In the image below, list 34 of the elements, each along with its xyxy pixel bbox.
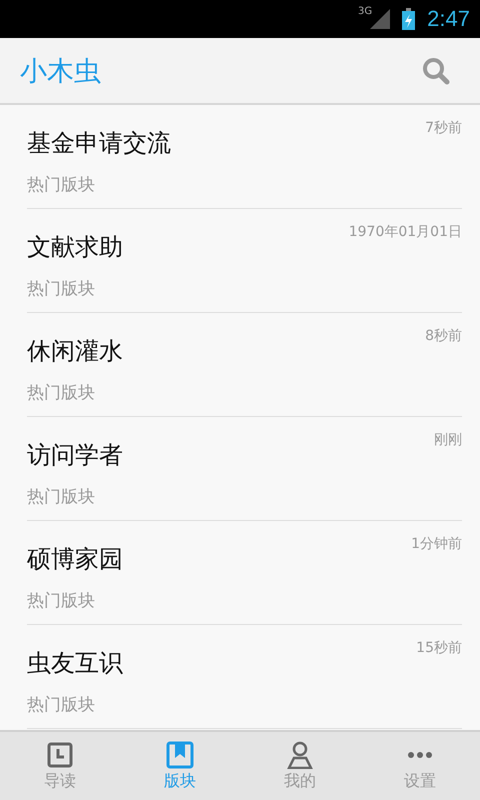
forum-item[interactable]: 休闲灌水 8秒前 热门版块 <box>27 313 462 417</box>
forum-item[interactable]: 文献求助 1970年01月01日 热门版块 <box>27 209 462 313</box>
bookmark-icon <box>166 740 194 768</box>
update-time: 8秒前 <box>425 327 462 345</box>
person-icon <box>286 740 314 768</box>
forum-title: 基金申请交流 <box>27 128 171 159</box>
forum-title: 文献求助 <box>27 232 123 263</box>
forum-title: 访问学者 <box>27 440 123 471</box>
battery-icon <box>402 8 416 30</box>
forum-item[interactable]: 虫友互识 15秒前 热门版块 <box>27 625 462 729</box>
forum-title: 休闲灌水 <box>27 336 123 367</box>
forum-item[interactable]: 访问学者 刚刚 热门版块 <box>27 417 462 521</box>
search-icon[interactable] <box>422 56 450 84</box>
clock-time: 2:47 <box>427 6 470 32</box>
update-time: 刚刚 <box>434 431 462 449</box>
forum-category: 热门版块 <box>27 382 95 404</box>
forum-title: 虫友互识 <box>27 648 123 679</box>
network-label: 3G <box>358 6 372 17</box>
clock-page-icon <box>46 740 74 768</box>
forum-category: 热门版块 <box>27 278 95 300</box>
forum-item[interactable]: 硕博家园 1分钟前 热门版块 <box>27 521 462 625</box>
forum-category: 热门版块 <box>27 486 95 508</box>
forum-category: 热门版块 <box>27 590 95 612</box>
forum-item[interactable]: 基金申请交流 7秒前 热门版块 <box>27 105 462 209</box>
update-time: 15秒前 <box>416 639 462 657</box>
update-time: 1分钟前 <box>411 535 462 553</box>
forum-category: 热门版块 <box>27 174 95 196</box>
more-icon <box>408 750 432 758</box>
update-time: 7秒前 <box>425 119 462 137</box>
forum-title: 硕博家园 <box>27 544 123 575</box>
forum-category: 热门版块 <box>27 694 95 716</box>
signal-icon <box>370 9 390 29</box>
app-title: 小木虫 <box>20 54 101 88</box>
update-time: 1970年01月01日 <box>348 223 462 241</box>
